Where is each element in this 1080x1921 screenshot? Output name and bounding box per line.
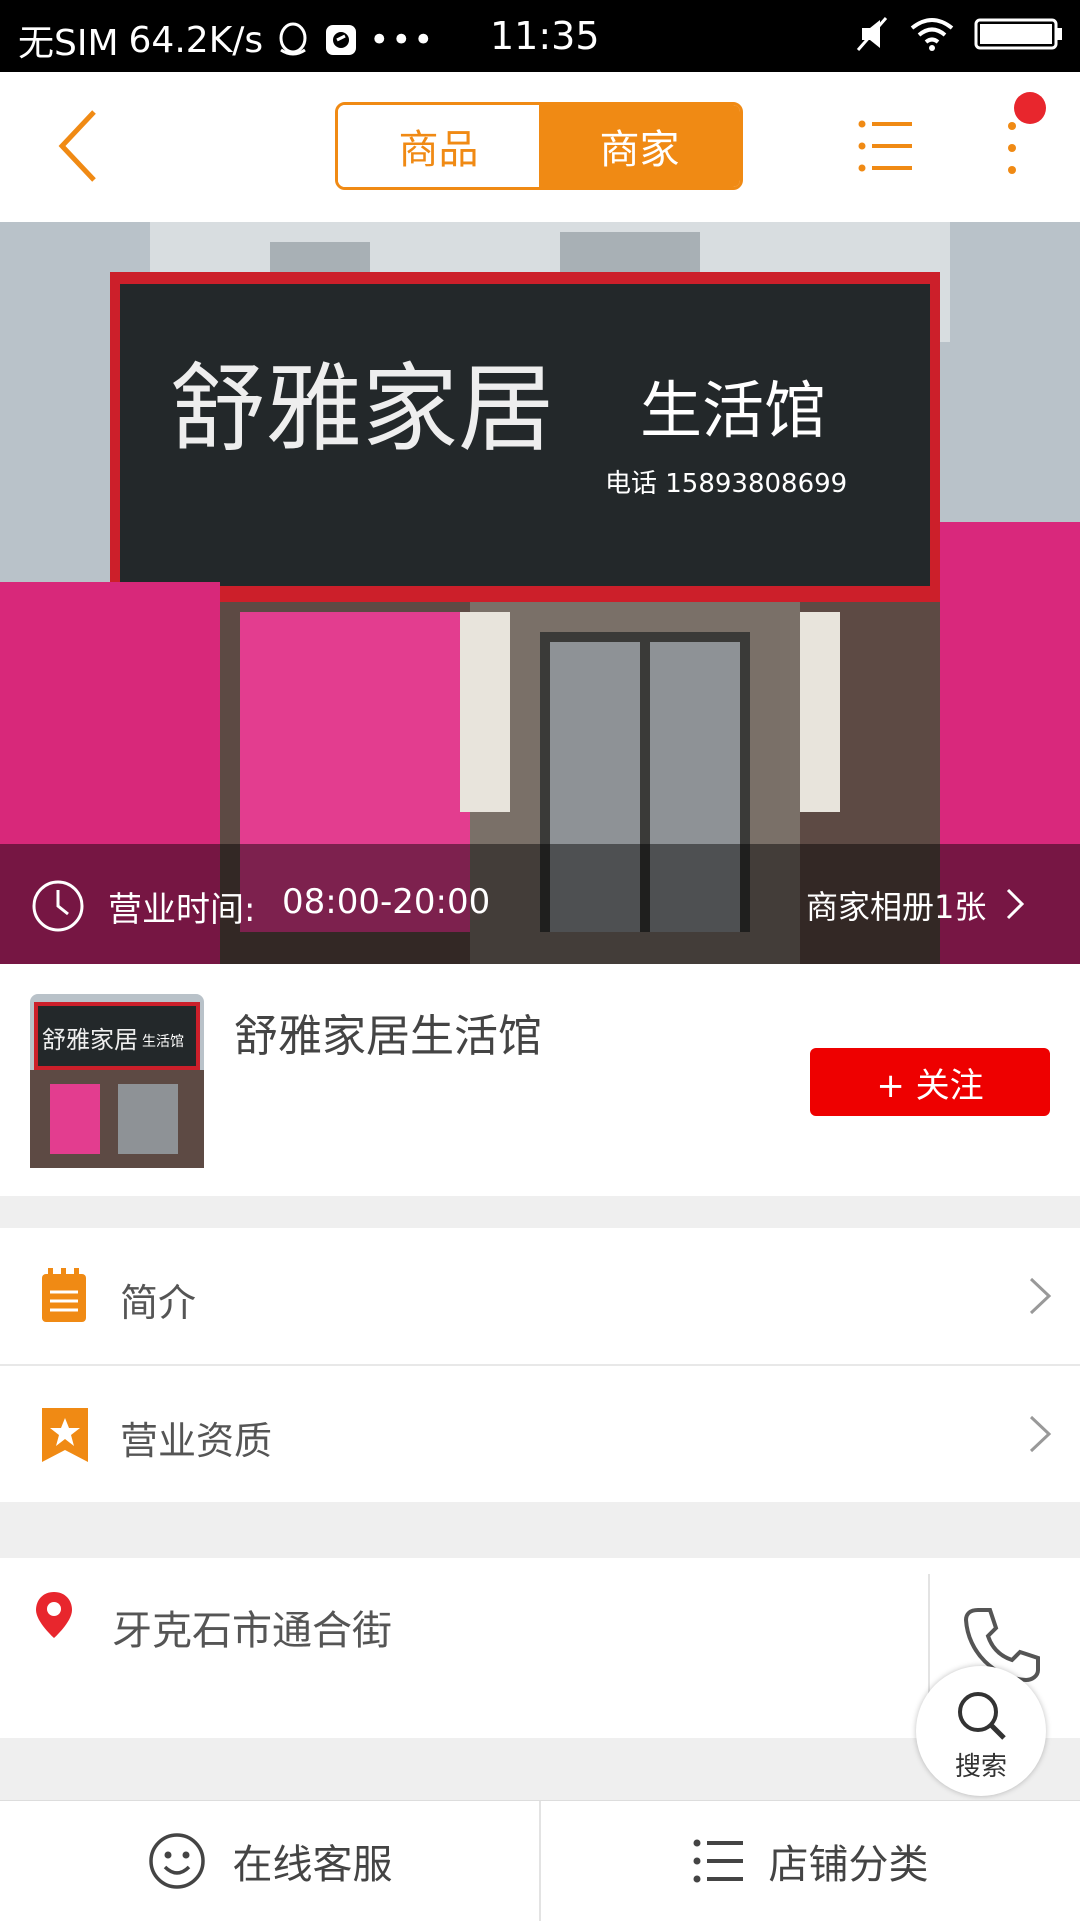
license-row[interactable]: 营业资质 bbox=[0, 1366, 1080, 1502]
hours-label: 营业时间: bbox=[108, 890, 256, 930]
sign-subtext: 生活馆 bbox=[640, 374, 826, 447]
search-icon bbox=[958, 1692, 1006, 1740]
chevron-left-icon[interactable] bbox=[56, 108, 100, 184]
online-service-button[interactable]: 在线客服 bbox=[0, 1801, 539, 1921]
chevron-right-icon bbox=[1029, 1277, 1052, 1315]
sign-phone: 电话 15893808699 bbox=[605, 469, 847, 499]
store-info: 舒雅家居 生活馆 舒雅家居生活馆 + 关注 bbox=[0, 964, 1080, 1196]
notepad-icon bbox=[42, 1268, 86, 1322]
star-badge-icon bbox=[42, 1408, 88, 1462]
more-dots-icon: ••• bbox=[369, 20, 436, 60]
floating-search-button[interactable]: 搜索 bbox=[916, 1666, 1046, 1796]
store-name: 舒雅家居生活馆 bbox=[234, 1011, 542, 1062]
online-service-label: 在线客服 bbox=[232, 1842, 393, 1888]
store-banner[interactable]: 舒雅家居 生活馆 电话 15893808699 营业时间: 08:00-20:0… bbox=[0, 222, 1080, 964]
location-pin-icon bbox=[36, 1592, 72, 1638]
list-icon[interactable] bbox=[858, 120, 912, 172]
store-category-button[interactable]: 店铺分类 bbox=[541, 1801, 1080, 1921]
mute-icon bbox=[856, 17, 888, 51]
clock: 11:35 bbox=[490, 14, 600, 58]
banner-info-bar: 营业时间: 08:00-20:00 商家相册1张 bbox=[0, 844, 1080, 964]
more-vertical-icon[interactable] bbox=[996, 118, 1036, 178]
tab-merchant[interactable]: 商家 bbox=[539, 105, 740, 187]
carrier-text: 无SIM bbox=[18, 23, 119, 64]
sign-text: 舒雅家居 bbox=[170, 353, 554, 465]
chevron-right-icon bbox=[1029, 1415, 1052, 1453]
network-speed: 64.2K/s bbox=[128, 19, 264, 61]
intro-row[interactable]: 简介 bbox=[0, 1228, 1080, 1364]
follow-button[interactable]: + 关注 bbox=[810, 1048, 1050, 1116]
wifi-icon bbox=[910, 18, 954, 51]
list-icon bbox=[693, 1839, 743, 1883]
store-category-label: 店铺分类 bbox=[768, 1842, 929, 1888]
chevron-right-icon bbox=[1006, 888, 1024, 920]
app-icon bbox=[326, 25, 357, 55]
intro-label: 简介 bbox=[120, 1281, 197, 1325]
address-text: 牙克石市通合街 bbox=[112, 1608, 392, 1654]
store-thumbnail[interactable]: 舒雅家居 生活馆 bbox=[30, 994, 204, 1168]
hours-value: 08:00-20:00 bbox=[282, 882, 491, 922]
segment-control: 商品 商家 bbox=[335, 102, 743, 190]
status-left: 无SIM 64.2K/s ••• bbox=[18, 14, 435, 66]
bottom-bar: 在线客服 店铺分类 bbox=[0, 1800, 1080, 1921]
thumb-sign-text: 舒雅家居 bbox=[42, 1026, 138, 1054]
qq-icon bbox=[279, 22, 307, 56]
thumb-sign-subtext: 生活馆 bbox=[142, 1034, 184, 1050]
smiley-icon bbox=[148, 1833, 205, 1889]
status-bar: 无SIM 64.2K/s ••• 11:35 bbox=[0, 0, 1080, 72]
license-label: 营业资质 bbox=[120, 1419, 273, 1463]
top-nav: 商品 商家 bbox=[0, 72, 1080, 223]
clock-icon bbox=[32, 880, 84, 932]
battery-icon bbox=[974, 18, 1062, 50]
notification-badge bbox=[1014, 92, 1046, 124]
tab-products[interactable]: 商品 bbox=[338, 105, 539, 187]
album-link[interactable]: 商家相册1张 bbox=[806, 882, 986, 928]
status-right bbox=[854, 14, 1064, 54]
search-label: 搜索 bbox=[954, 1752, 1007, 1782]
